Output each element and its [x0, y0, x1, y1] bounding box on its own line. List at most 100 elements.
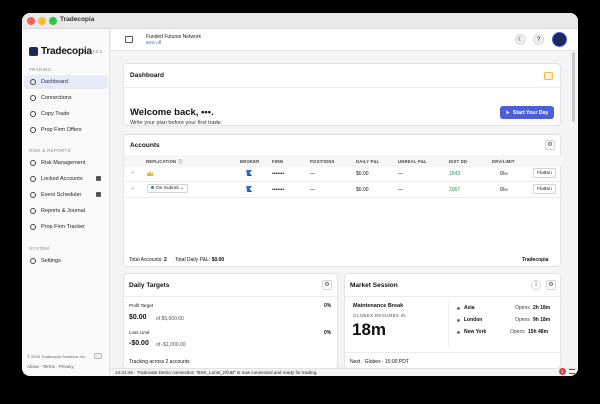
total-pnl-value: $0.00	[211, 257, 225, 263]
sidebar-item-label: Copy Trade	[41, 111, 70, 117]
gear-icon[interactable]: ⚙	[322, 280, 332, 290]
tag-icon	[30, 127, 36, 133]
padlock-icon	[96, 176, 101, 181]
section-title-risk: RISK & REPORTS	[29, 148, 71, 153]
sidebar-item-label: Dashboard	[41, 79, 68, 85]
sidebar-item-label: Risk Management	[41, 160, 86, 166]
footer-links[interactable]: About · Terms · Privacy	[27, 364, 74, 369]
chevron-right-icon[interactable]: ›	[132, 186, 134, 192]
calendar-icon	[30, 192, 36, 198]
daily-targets-card: Daily Targets ⚙ Profit Target 0% $0.00 o…	[123, 273, 339, 369]
avatar[interactable]	[552, 32, 567, 47]
version-label: v2.0.1	[90, 49, 103, 54]
sidebar-toggle-icon[interactable]	[125, 36, 133, 43]
info-icon[interactable]: ⓘ	[178, 159, 182, 165]
col-firm: FIRM	[272, 159, 284, 164]
crown-icon	[147, 171, 153, 176]
replication-select[interactable]: On Submit ⌄	[147, 184, 189, 193]
gear-icon[interactable]: ⚙	[546, 280, 556, 290]
sidebar-item-risk-management[interactable]: Risk Management	[24, 156, 108, 170]
next-session: Next · Globex · 15:00 PDT	[350, 359, 409, 365]
session-time: 9h 18m	[533, 317, 551, 323]
col-limit: DRV/LIMIT	[492, 159, 515, 164]
session-time: 2h 18m	[533, 305, 551, 311]
flatten-button[interactable]: Flatten	[533, 168, 556, 178]
info-icon[interactable]: i	[531, 280, 541, 290]
sidebar-item-reports-journal[interactable]: Reports & Journal	[24, 204, 108, 218]
sidebar-item-settings[interactable]: Settings	[24, 254, 108, 268]
loss-label: Loss Limit	[129, 330, 150, 335]
col-unreal-pnl: UNREAL P&L	[398, 159, 427, 164]
total-pnl-label: Total Daily P&L:	[175, 257, 211, 263]
countdown: 18m	[352, 320, 387, 339]
network-promo[interactable]: 50% off	[146, 40, 161, 45]
col-replication: REPLICATION	[146, 159, 177, 164]
lightning-icon[interactable]	[544, 72, 553, 80]
sidebar-item-event-scheduler[interactable]: Event Scheduler	[24, 188, 108, 202]
collapse-sidebar-button[interactable]	[94, 353, 102, 359]
positions-cell: —	[310, 171, 315, 177]
flatten-button[interactable]: Flatten	[533, 184, 556, 194]
sidebar-item-label: Prop Firm Offers	[41, 127, 82, 133]
daily-targets-title: Daily Targets	[129, 282, 170, 289]
session-opens: Opens	[510, 329, 525, 335]
help-icon[interactable]: ?	[533, 34, 544, 45]
scrollbar[interactable]	[572, 52, 575, 122]
gear-icon	[30, 258, 36, 264]
menu-icon[interactable]	[569, 369, 575, 374]
moon-icon[interactable]: ☾	[515, 34, 526, 45]
status-bar: 14:41:46 · Tradovate Demo connection "BS…	[111, 368, 578, 376]
sidebar-item-connections[interactable]: Connections	[24, 91, 108, 105]
sidebar-item-copy-trade[interactable]: Copy Trade	[24, 107, 108, 121]
session-time: 15h 48m	[528, 329, 549, 335]
lock-icon	[30, 176, 36, 182]
dist-dd-cell: 1843	[449, 171, 461, 177]
sidebar-item-label: Prop Firm Tracker	[41, 224, 86, 230]
accounts-title: Accounts	[130, 142, 160, 149]
session-status: Maintenance Break	[353, 303, 404, 309]
gear-icon[interactable]: ⚙	[545, 140, 555, 150]
close-window-button[interactable]	[27, 17, 35, 25]
section-title-system: SYSTEM	[29, 246, 50, 251]
profit-value: $0.00	[129, 314, 147, 321]
send-icon: ➤	[505, 109, 510, 116]
copy-icon	[30, 111, 36, 117]
app-window: Tradecopia Tradecopia v2.0.1 TRADING Das…	[22, 13, 578, 376]
total-pnl: Total Daily P&L: $0.00	[175, 257, 224, 263]
top-bar: Funded Futures Network 50% off ☾ ?	[111, 29, 578, 51]
divider	[124, 197, 562, 198]
session-dot	[457, 319, 460, 322]
divider	[345, 296, 562, 297]
positions-cell: —	[310, 187, 315, 193]
start-your-day-button[interactable]: ➤ Start Your Day	[500, 106, 554, 119]
error-count-badge[interactable]: 1	[559, 368, 566, 375]
total-accounts-value: 2	[164, 257, 167, 263]
chevron-down-icon: ⌄	[180, 186, 185, 191]
footer-brand: Tradecopia	[522, 257, 549, 263]
title-bar: Tradecopia	[22, 13, 578, 29]
limit-cell: 0/∞	[500, 187, 508, 193]
divider	[345, 352, 562, 353]
sidebar-item-prop-firm-tracker[interactable]: Prop Firm Tracker	[24, 220, 108, 234]
profit-label: Profit Target	[129, 303, 154, 308]
limit-cell: 0/∞	[500, 171, 508, 177]
divider	[124, 87, 562, 88]
daily-pnl-cell: $0.00	[356, 171, 369, 177]
sidebar-item-dashboard[interactable]: Dashboard	[24, 75, 108, 89]
divider	[124, 181, 562, 182]
minimize-window-button[interactable]	[38, 17, 46, 25]
welcome-subtitle: Write your plan before your first trade.	[130, 120, 223, 126]
divider	[448, 302, 449, 346]
sidebar: Tradecopia v2.0.1 TRADING Dashboard Conn…	[22, 29, 110, 376]
replication-value: On Submit	[156, 186, 179, 191]
chevron-right-icon[interactable]: ›	[132, 170, 134, 176]
tracking-footer: Tracking across 2 accounts	[129, 359, 190, 365]
sidebar-item-prop-firm-offers[interactable]: Prop Firm Offers	[24, 123, 108, 137]
dashboard-icon	[30, 79, 36, 85]
session-opens: Opens	[515, 305, 530, 311]
broker-icon	[246, 186, 252, 192]
sidebar-item-locked-accounts[interactable]: Locked Accounts	[24, 172, 108, 186]
maximize-window-button[interactable]	[49, 17, 57, 25]
report-icon	[30, 208, 36, 214]
divider	[124, 296, 339, 297]
